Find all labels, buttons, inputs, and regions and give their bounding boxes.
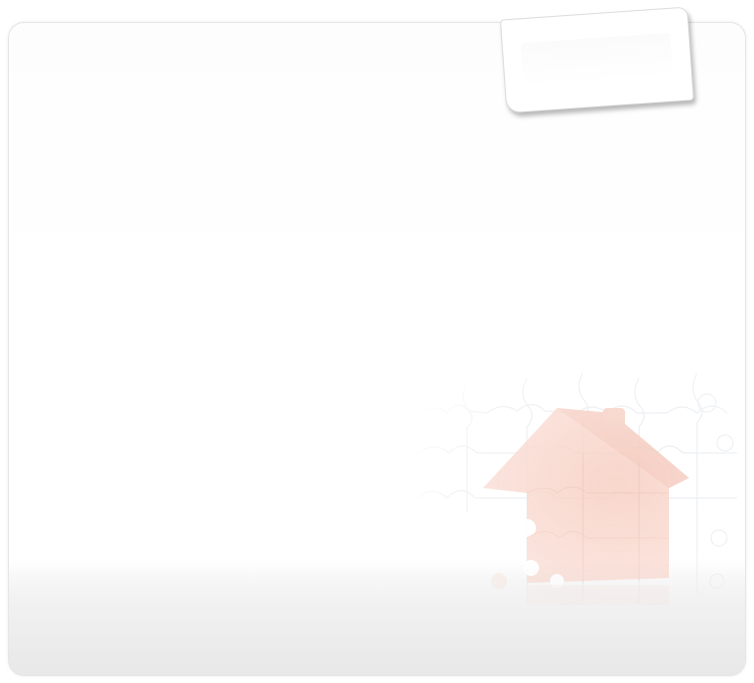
house-reflection [527,585,669,605]
blank-note-card [499,6,695,114]
puzzle-house-icon [416,372,737,605]
stage [0,0,754,683]
main-panel [8,22,746,676]
